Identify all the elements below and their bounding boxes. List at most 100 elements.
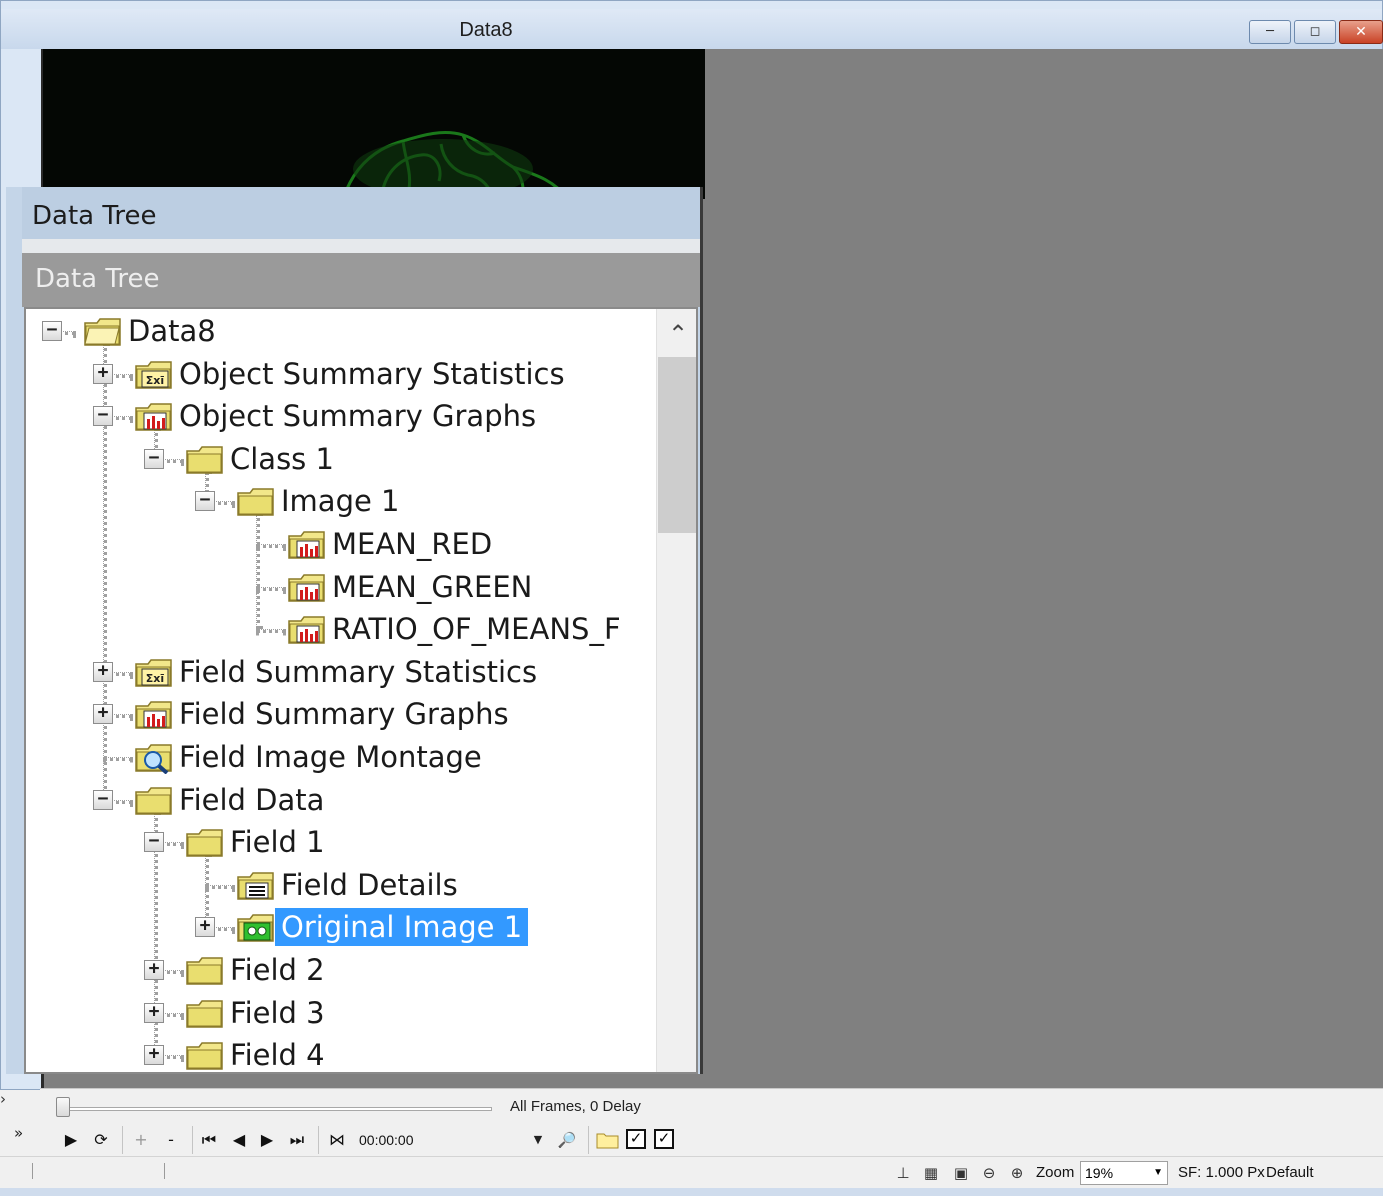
maximize-button[interactable]: ◻: [1294, 20, 1336, 44]
collapse-icon[interactable]: −: [195, 491, 215, 512]
minimize-icon: ─: [1266, 24, 1274, 39]
scroll-thumb[interactable]: [658, 357, 696, 533]
tree-node-label: Class 1: [230, 441, 334, 476]
tree-node-label: MEAN_RED: [332, 527, 493, 561]
tree-node[interactable]: − Class 1: [26, 439, 656, 479]
svg-text:Σxī: Σxī: [146, 672, 165, 685]
tree-node[interactable]: MEAN_RED: [26, 524, 656, 564]
next-frame-icon[interactable]: ▶: [254, 1128, 280, 1152]
first-frame-icon[interactable]: ⏮: [196, 1128, 222, 1152]
expand-icon[interactable]: +: [144, 1002, 164, 1023]
tree-node[interactable]: − Object Summary Graphs: [26, 396, 656, 436]
tree-node-label: Image 1: [281, 484, 400, 519]
tree-node-label: MEAN_GREEN: [332, 569, 533, 604]
tree-node[interactable]: + Field 3: [26, 993, 656, 1033]
previous-frame-icon[interactable]: ◀: [226, 1128, 252, 1152]
film-icon[interactable]: ▦: [920, 1163, 942, 1183]
expand-icon[interactable]: +: [93, 661, 113, 682]
folder-icon: [184, 1038, 226, 1072]
panel-gap: [22, 239, 700, 253]
statistics-icon: Σxī: [133, 357, 175, 391]
checkbox-2[interactable]: ✓: [654, 1129, 674, 1149]
close-button[interactable]: ✕: [1339, 20, 1383, 44]
timeline-thumb[interactable]: [56, 1097, 70, 1117]
time-dropdown-icon[interactable]: ▼: [528, 1128, 548, 1152]
status-separator: [164, 1163, 165, 1179]
close-icon: ✕: [1355, 24, 1367, 40]
tree-node-label: Field 2: [230, 953, 325, 987]
tree-node[interactable]: Field Details: [26, 865, 656, 905]
measure-icon[interactable]: ⊥: [892, 1163, 914, 1183]
tree-node[interactable]: RATIO_OF_MEANS_F: [26, 609, 656, 649]
tree-node-label: Field 3: [230, 995, 325, 1030]
title-bar[interactable]: Data8 ─ ◻ ✕: [1, 9, 1383, 49]
collapse-icon[interactable]: −: [93, 406, 113, 427]
go-to-frame-icon[interactable]: ⋈: [324, 1128, 350, 1152]
tree-node[interactable]: + Field 4: [26, 1035, 656, 1073]
remove-frame-button[interactable]: -: [158, 1128, 184, 1152]
scale-factor-label: SF: 1.000 Px: [1178, 1164, 1265, 1181]
expand-icon[interactable]: +: [144, 960, 164, 980]
toolbar-separator: [192, 1126, 193, 1154]
zoom-out-icon[interactable]: ⊖: [978, 1163, 1000, 1183]
tree-node[interactable]: MEAN_GREEN: [26, 567, 656, 607]
tree-scrollbar[interactable]: ⌃: [656, 309, 696, 1072]
open-folder-icon[interactable]: [595, 1129, 621, 1153]
expand-icon[interactable]: +: [144, 1045, 164, 1066]
panel-header[interactable]: Data Tree: [22, 187, 700, 239]
collapse-icon[interactable]: −: [144, 448, 164, 469]
tree-node[interactable]: + Σxī Object Summary Statistics: [26, 354, 656, 394]
collapse-icon[interactable]: −: [42, 321, 62, 341]
checkbox-1[interactable]: ✓: [626, 1129, 646, 1149]
image-view[interactable]: [43, 49, 705, 199]
tree-node-label: Field 4: [230, 1038, 325, 1073]
panel-title: Data Tree: [32, 201, 157, 231]
zoom-select[interactable]: 19% ▼: [1080, 1161, 1168, 1185]
tree-node-label: Field 1: [230, 825, 325, 860]
tree-node-label: Field Image Montage: [179, 740, 482, 774]
tree-node[interactable]: − Field 1: [26, 822, 656, 862]
tree-node[interactable]: + Field Summary Graphs: [26, 694, 656, 734]
panel-subheader: Data Tree: [22, 253, 700, 307]
tree-node[interactable]: + Σxī Field Summary Statistics: [26, 652, 656, 692]
tree-node-label: RATIO_OF_MEANS_F: [332, 612, 621, 647]
collapse-icon[interactable]: −: [144, 832, 164, 853]
time-field[interactable]: 00:00:00: [354, 1128, 546, 1152]
tree-node[interactable]: + Field 2: [26, 950, 656, 990]
montage-icon: [133, 740, 175, 775]
tree-node[interactable]: Field Image Montage: [26, 737, 656, 777]
tree-node[interactable]: − Data8: [26, 311, 656, 351]
collapse-icon[interactable]: −: [93, 789, 113, 810]
folder-icon: [184, 442, 226, 476]
expand-icon[interactable]: +: [93, 704, 113, 725]
loop-icon[interactable]: ⟳: [88, 1128, 114, 1152]
folder-icon: [133, 783, 175, 817]
last-frame-icon[interactable]: ⏭: [284, 1128, 310, 1152]
data-tree[interactable]: − Data8 + Σxī Object Summary Statistics − Obje…: [24, 307, 698, 1074]
bar-graph-icon: [286, 612, 328, 646]
minimize-button[interactable]: ─: [1249, 20, 1291, 44]
timeline-track[interactable]: [60, 1107, 492, 1111]
add-frame-button[interactable]: +: [128, 1128, 154, 1152]
overflow-chevron-icon[interactable]: »: [14, 1124, 23, 1142]
svg-text:Σxī: Σxī: [146, 374, 165, 387]
expand-icon[interactable]: +: [195, 917, 215, 938]
tree-node[interactable]: + Original Image 1: [26, 907, 656, 947]
playback-toolbar: ▶ ⟳ + - ⏮ ◀ ▶ ⏭ ⋈ 00:00:00 ▼ 🔎 ✓ ✓: [40, 1124, 1383, 1156]
toolbar-separator: [122, 1126, 123, 1154]
tree-node[interactable]: − Image 1: [26, 481, 656, 521]
tree-node-label: Original Image 1: [275, 908, 529, 947]
toolbar-separator: [588, 1126, 589, 1154]
original-image-icon: [235, 910, 277, 944]
bottom-strip: [0, 1188, 1383, 1196]
bar-graph-icon: [286, 527, 328, 561]
chevron-right-icon[interactable]: ›: [0, 1090, 6, 1108]
tree-node-label: Object Summary Statistics: [179, 356, 565, 391]
picture-icon[interactable]: ▣: [950, 1163, 972, 1183]
zoom-in-icon[interactable]: ⊕: [1006, 1163, 1028, 1183]
scroll-up-icon[interactable]: ⌃: [657, 317, 696, 351]
tree-node[interactable]: − Field Data: [26, 780, 656, 820]
play-icon[interactable]: ▶: [58, 1128, 84, 1152]
search-frames-icon[interactable]: 🔎: [554, 1128, 580, 1152]
expand-icon[interactable]: +: [93, 363, 113, 384]
